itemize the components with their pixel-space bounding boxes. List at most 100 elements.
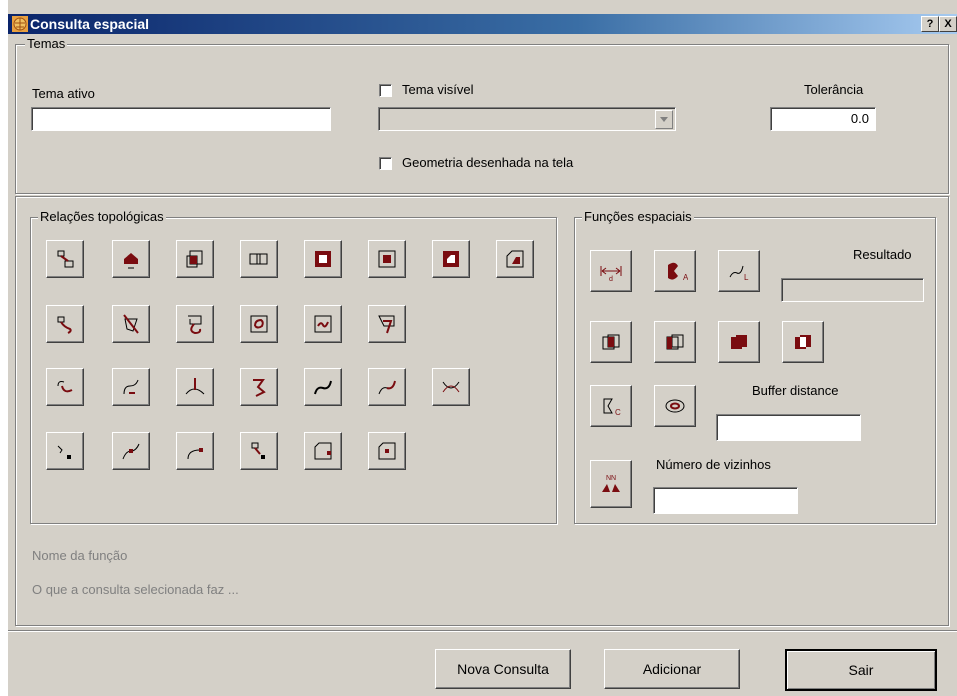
svg-text:L: L — [744, 273, 749, 282]
nearest-neighbors-button[interactable]: NN — [590, 460, 632, 508]
relacoes-group — [30, 217, 557, 524]
relacoes-legend: Relações topológicas — [38, 209, 166, 224]
topo-button-17[interactable] — [176, 368, 214, 406]
buffer-label: Buffer distance — [752, 383, 839, 398]
topo-button-26[interactable] — [304, 432, 342, 470]
topo-op-icon — [249, 253, 268, 265]
topo-op-icon — [123, 314, 139, 334]
function-description: O que a consulta selecionada faz ... — [32, 582, 239, 597]
topo-button-11[interactable] — [176, 305, 214, 343]
nearest-neighbors-icon: NN — [602, 475, 620, 492]
topo-button-9[interactable] — [46, 305, 84, 343]
temas-legend: Temas — [25, 36, 68, 51]
topo-button-2[interactable] — [112, 240, 150, 278]
topo-op-icon — [124, 253, 138, 269]
topo-button-22[interactable] — [46, 432, 84, 470]
tolerancia-input[interactable]: 0.0 — [770, 107, 876, 131]
topo-button-3[interactable] — [176, 240, 214, 278]
buffer-distance-input[interactable] — [716, 414, 861, 441]
topo-button-19[interactable] — [304, 368, 342, 406]
topo-button-23[interactable] — [112, 432, 150, 470]
topo-op-icon — [253, 379, 266, 397]
topo-op-icon — [378, 250, 396, 268]
tema-ativo-input[interactable] — [31, 107, 331, 131]
topo-button-14[interactable] — [368, 305, 406, 343]
topo-button-1[interactable] — [46, 240, 84, 278]
buffer-button[interactable] — [654, 385, 696, 427]
topo-button-18[interactable] — [240, 368, 278, 406]
set-op-button-4[interactable] — [782, 321, 824, 363]
length-button[interactable]: L — [718, 250, 760, 292]
topo-button-6[interactable] — [368, 240, 406, 278]
topo-button-12[interactable] — [240, 305, 278, 343]
topo-op-icon — [123, 379, 139, 395]
set-op-button-2[interactable] — [654, 321, 696, 363]
union-icon — [602, 334, 620, 350]
buffer-icon — [665, 399, 685, 413]
topo-op-icon — [314, 442, 332, 460]
sair-button[interactable]: Sair — [785, 649, 937, 691]
topo-op-icon — [314, 315, 332, 333]
topo-op-icon — [443, 251, 459, 267]
topo-op-icon — [57, 316, 72, 334]
topo-button-8[interactable] — [496, 240, 534, 278]
funcoes-legend: Funções espaciais — [582, 209, 694, 224]
topo-button-13[interactable] — [304, 305, 342, 343]
topo-op-icon — [314, 380, 332, 395]
title-bar[interactable]: Consulta espacial ? X — [8, 14, 957, 34]
help-button[interactable]: ? — [921, 16, 939, 32]
bottom-separator — [8, 630, 957, 632]
intersection-icon — [666, 334, 684, 350]
topo-op-icon — [506, 250, 524, 268]
topo-button-20[interactable] — [368, 368, 406, 406]
chevron-down-icon[interactable] — [655, 110, 673, 129]
set-op-button-1[interactable] — [590, 321, 632, 363]
tema-ativo-label: Tema ativo — [32, 86, 95, 101]
set-op-button-3[interactable] — [718, 321, 760, 363]
topo-op-icon — [57, 445, 71, 459]
topo-op-icon — [250, 315, 268, 333]
centroid-button[interactable]: C — [590, 385, 632, 427]
difference-icon — [731, 335, 747, 349]
tema-visivel-select[interactable] — [378, 107, 676, 131]
topo-op-icon — [186, 250, 203, 268]
window-title: Consulta espacial — [30, 16, 150, 32]
tema-visivel-label: Tema visível — [402, 82, 474, 97]
function-name-label: Nome da função — [32, 548, 128, 563]
topo-button-16[interactable] — [112, 368, 150, 406]
length-icon: L — [729, 265, 749, 282]
topo-op-icon — [251, 442, 265, 459]
topo-op-icon — [122, 443, 140, 460]
topo-button-21[interactable] — [432, 368, 470, 406]
topo-button-25[interactable] — [240, 432, 278, 470]
nova-consulta-button[interactable]: Nova Consulta — [435, 649, 571, 689]
resultado-label: Resultado — [853, 247, 912, 262]
geometria-label: Geometria desenhada na tela — [402, 155, 574, 170]
topo-button-10[interactable] — [112, 305, 150, 343]
numero-vizinhos-input[interactable] — [653, 487, 798, 514]
topo-op-icon — [442, 381, 460, 393]
topo-button-7[interactable] — [432, 240, 470, 278]
topo-button-24[interactable] — [176, 432, 214, 470]
svg-text:NN: NN — [606, 475, 616, 482]
topo-op-icon — [57, 250, 74, 268]
tema-visivel-checkbox[interactable] — [379, 84, 392, 97]
tolerancia-label: Tolerância — [804, 82, 864, 97]
topo-op-icon — [188, 315, 202, 335]
topo-op-icon — [57, 381, 73, 393]
centroid-icon: C — [603, 398, 621, 417]
topo-button-15[interactable] — [46, 368, 84, 406]
geometria-checkbox[interactable] — [379, 157, 392, 170]
topo-op-icon — [378, 315, 395, 334]
close-button[interactable]: X — [939, 16, 957, 32]
resultado-output — [781, 278, 924, 302]
adicionar-button[interactable]: Adicionar — [604, 649, 740, 689]
topo-op-icon — [315, 251, 331, 267]
topo-button-5[interactable] — [304, 240, 342, 278]
topo-button-27[interactable] — [368, 432, 406, 470]
topo-button-4[interactable] — [240, 240, 278, 278]
distance-button[interactable]: d — [590, 250, 632, 292]
area-button[interactable]: A — [654, 250, 696, 292]
topo-op-icon — [185, 377, 205, 395]
area-icon: A — [668, 262, 688, 282]
